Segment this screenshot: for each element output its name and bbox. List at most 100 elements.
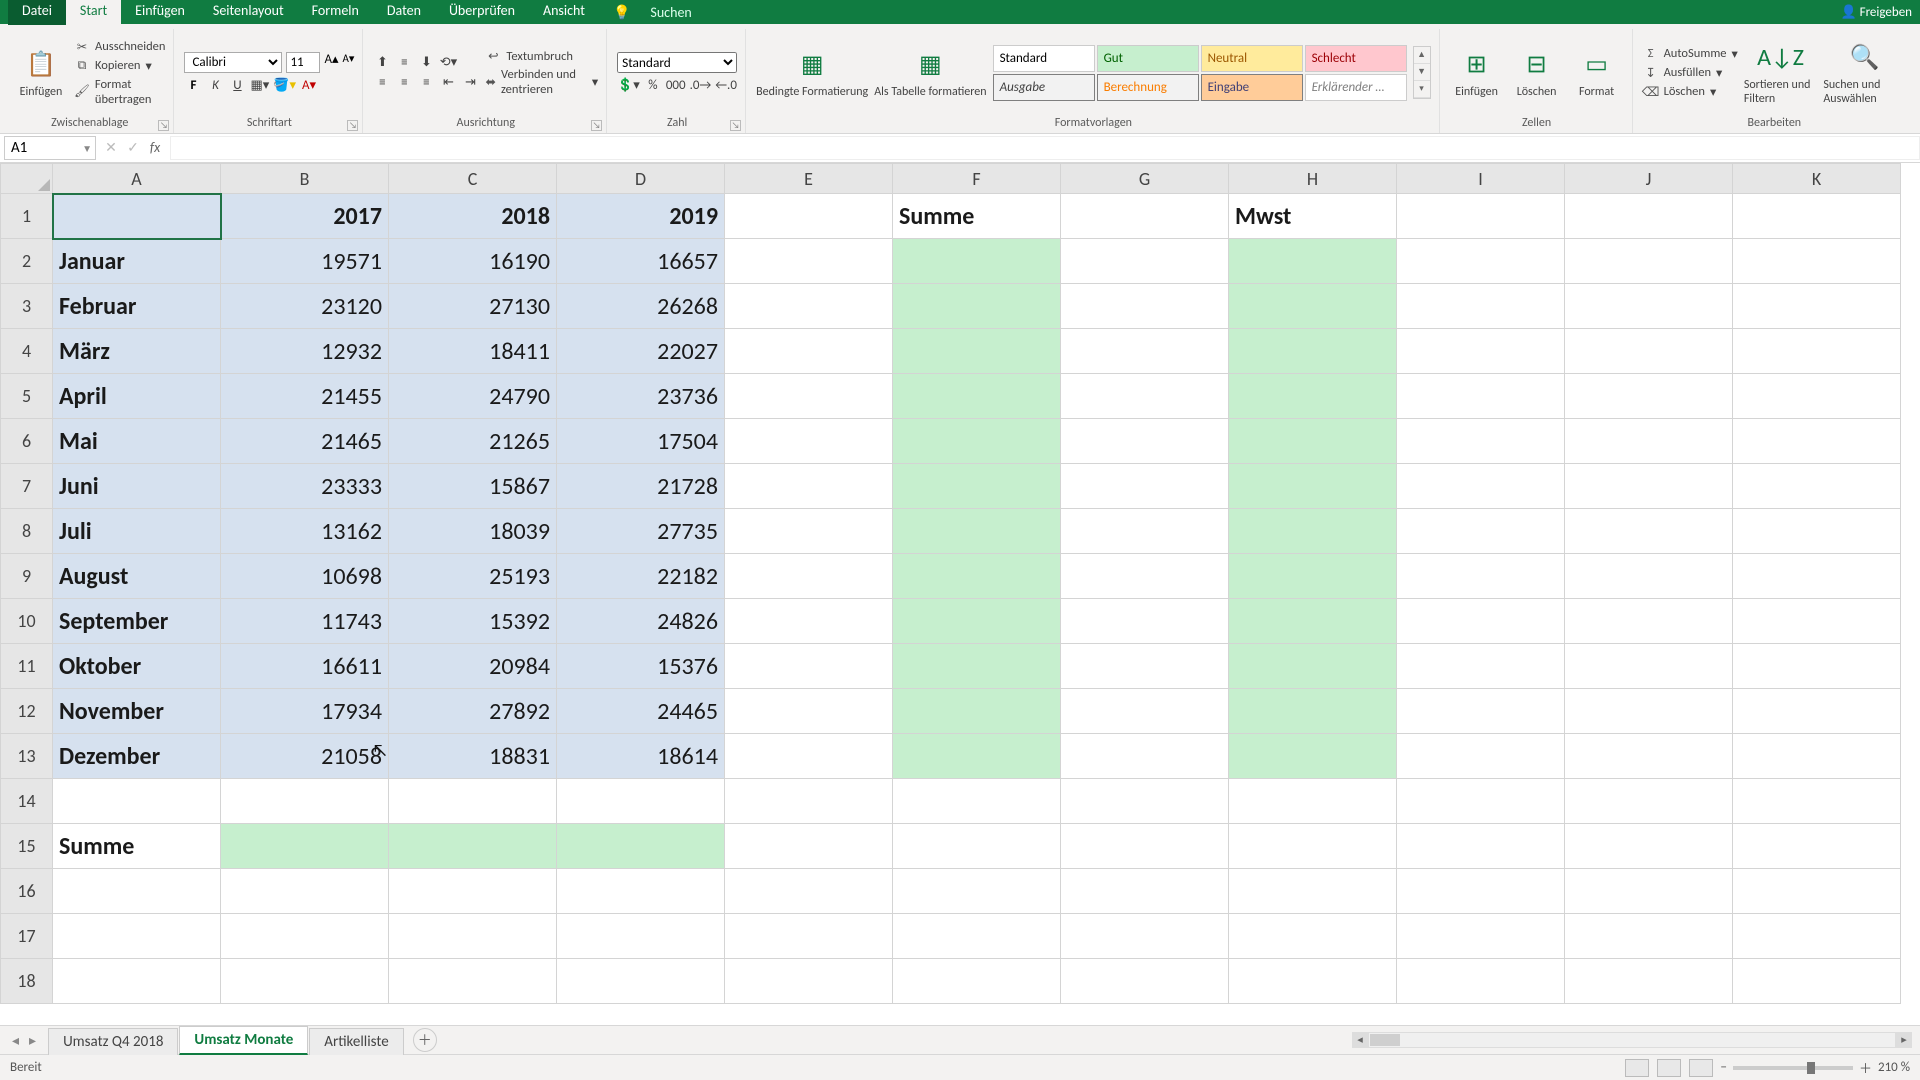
col-header-J[interactable]: J [1565,164,1733,194]
cell-J18[interactable] [1565,959,1733,1004]
cell-H2[interactable] [1229,239,1397,284]
col-header-E[interactable]: E [725,164,893,194]
cell-A4[interactable]: März [53,329,221,374]
row-header-13[interactable]: 13 [1,734,53,779]
cell-I5[interactable] [1397,374,1565,419]
zoom-level[interactable]: 210 % [1878,1060,1910,1075]
clear-button[interactable]: ⌫Löschen ▾ [1643,84,1738,100]
cell-H13[interactable] [1229,734,1397,779]
orientation-button[interactable]: ⟲▾ [439,55,457,70]
col-header-H[interactable]: H [1229,164,1397,194]
cell-D10[interactable]: 24826 [557,599,725,644]
cell-J6[interactable] [1565,419,1733,464]
cell-E6[interactable] [725,419,893,464]
cell-G12[interactable] [1061,689,1229,734]
align-left-button[interactable]: ≡ [373,75,391,90]
increase-decimal-button[interactable]: .0→ [690,78,712,93]
style-neutral[interactable]: Neutral [1201,45,1303,72]
font-dlg-icon[interactable]: ↘ [347,120,358,131]
underline-button[interactable]: U [228,78,246,93]
cell-F9[interactable] [893,554,1061,599]
cell-K4[interactable] [1733,329,1901,374]
cell-F2[interactable] [893,239,1061,284]
cell-J13[interactable] [1565,734,1733,779]
font-name-select[interactable]: Calibri [184,52,282,73]
cell-E13[interactable] [725,734,893,779]
cell-A18[interactable] [53,959,221,1004]
cell-K14[interactable] [1733,779,1901,824]
conditional-formatting-button[interactable]: ▦Bedingte Formatierung [756,47,868,99]
tab-start[interactable]: Start [66,0,121,25]
cell-G2[interactable] [1061,239,1229,284]
format-as-table-button[interactable]: ▦Als Tabelle formatieren [874,47,986,99]
cell-C2[interactable]: 16190 [389,239,557,284]
cell-H3[interactable] [1229,284,1397,329]
cell-H8[interactable] [1229,509,1397,554]
tab-einfuegen[interactable]: Einfügen [121,0,199,25]
row-header-18[interactable]: 18 [1,959,53,1004]
col-header-K[interactable]: K [1733,164,1901,194]
cell-C1[interactable]: 2018 [389,194,557,239]
cell-F11[interactable] [893,644,1061,689]
cell-J16[interactable] [1565,869,1733,914]
cell-I13[interactable] [1397,734,1565,779]
cell-A12[interactable]: November [53,689,221,734]
cell-E7[interactable] [725,464,893,509]
tab-ueberpruefen[interactable]: Überprüfen [435,0,529,25]
tab-seitenlayout[interactable]: Seitenlayout [199,0,298,25]
cell-F12[interactable] [893,689,1061,734]
cell-F18[interactable] [893,959,1061,1004]
col-header-B[interactable]: B [221,164,389,194]
cell-B10[interactable]: 11743 [221,599,389,644]
cell-B14[interactable] [221,779,389,824]
fill-color-button[interactable]: 🪣▾ [273,78,296,93]
tab-ansicht[interactable]: Ansicht [529,0,599,25]
align-bottom-button[interactable]: ⬇ [417,55,435,70]
cell-G4[interactable] [1061,329,1229,374]
cell-H17[interactable] [1229,914,1397,959]
cell-B9[interactable]: 10698 [221,554,389,599]
cell-E2[interactable] [725,239,893,284]
cell-J8[interactable] [1565,509,1733,554]
bold-button[interactable]: F [184,78,202,93]
cell-F6[interactable] [893,419,1061,464]
cell-I14[interactable] [1397,779,1565,824]
format-cells-button[interactable]: ▭Format [1570,47,1624,99]
cell-J4[interactable] [1565,329,1733,374]
currency-button[interactable]: 💲▾ [617,78,640,93]
cell-C6[interactable]: 21265 [389,419,557,464]
cell-D7[interactable]: 21728 [557,464,725,509]
cell-F14[interactable] [893,779,1061,824]
tab-nav-next[interactable]: ▸ [25,1032,40,1049]
align-middle-button[interactable]: ≡ [395,55,413,70]
cell-F4[interactable] [893,329,1061,374]
cell-G6[interactable] [1061,419,1229,464]
cell-A2[interactable]: Januar [53,239,221,284]
cell-B6[interactable]: 21465 [221,419,389,464]
cell-C17[interactable] [389,914,557,959]
cell-K10[interactable] [1733,599,1901,644]
style-gut[interactable]: Gut [1097,45,1199,72]
enter-formula-icon[interactable]: ✓ [124,139,142,157]
align-top-button[interactable]: ⬆ [373,55,391,70]
row-header-7[interactable]: 7 [1,464,53,509]
spreadsheet-grid[interactable]: ABCDEFGHIJK1201720182019SummeMwst2Januar… [0,163,1920,1025]
cell-B1[interactable]: 2017 [221,194,389,239]
decrease-indent-button[interactable]: ⇤ [439,75,457,90]
cell-A17[interactable] [53,914,221,959]
insert-cells-button[interactable]: ⊞Einfügen [1450,47,1504,99]
cell-E17[interactable] [725,914,893,959]
insert-function-icon[interactable]: fx [146,139,164,157]
cell-A3[interactable]: Februar [53,284,221,329]
row-header-2[interactable]: 2 [1,239,53,284]
cell-H10[interactable] [1229,599,1397,644]
cell-I10[interactable] [1397,599,1565,644]
sheet-tab-1[interactable]: Umsatz Monate [179,1026,308,1055]
format-painter-button[interactable]: 🖌Format übertragen [74,77,165,107]
border-button[interactable]: ▦▾ [250,78,269,93]
cell-E1[interactable] [725,194,893,239]
row-header-15[interactable]: 15 [1,824,53,869]
cell-H11[interactable] [1229,644,1397,689]
cell-B4[interactable]: 12932 [221,329,389,374]
cell-E5[interactable] [725,374,893,419]
